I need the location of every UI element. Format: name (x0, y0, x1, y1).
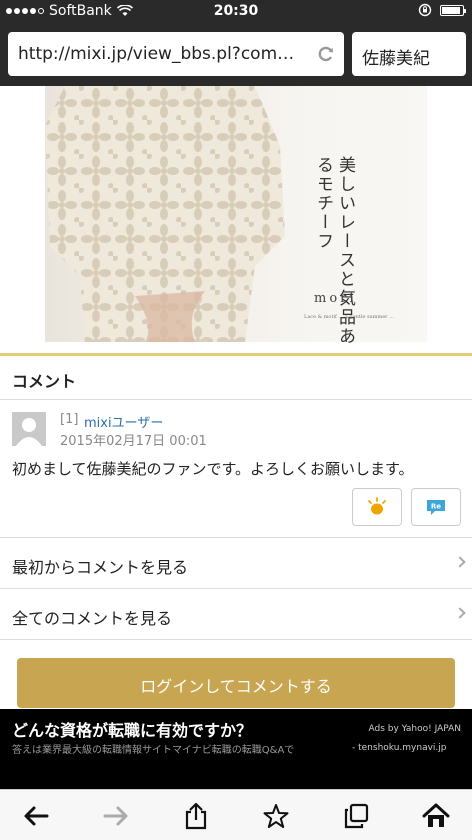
comment-user-link[interactable]: mixiユーザー (84, 412, 163, 431)
hero-banner: 美しいレースと気品あるモチーフ mori Lace & motif ... a … (0, 86, 472, 356)
view-all-comments-label: 全てのコメントを見る (12, 609, 173, 628)
svg-text:Re: Re (431, 503, 441, 511)
tabs-icon (344, 803, 369, 829)
forward-button[interactable] (100, 800, 132, 832)
comment-number: [1] (60, 412, 79, 427)
bookmarks-button[interactable] (260, 800, 292, 832)
bookmark-star-icon (263, 804, 289, 828)
ad-label: Ads by Yahoo! JAPAN (368, 724, 461, 734)
lace-product-image (45, 86, 427, 342)
browser-address-area: http://mixi.jp/view_bbs.pl?comm_id=... 佐… (0, 24, 472, 86)
browser-toolbar (0, 789, 472, 840)
search-query: 佐藤美紀 (362, 49, 430, 69)
reload-icon[interactable] (316, 44, 336, 64)
like-button[interactable] (352, 488, 402, 526)
re-reply-icon: Re (427, 500, 445, 515)
view-from-start-label: 最初からコメントを見る (12, 558, 189, 577)
avatar[interactable] (12, 412, 46, 446)
view-all-comments-link[interactable]: 全てのコメントを見る (0, 589, 472, 640)
view-from-start-link[interactable]: 最初からコメントを見る (0, 538, 472, 589)
tabs-button[interactable] (340, 800, 372, 832)
ad-banner[interactable]: Ads by Yahoo! JAPAN どんな資格が転職に有効ですか？ 答えは業… (0, 709, 472, 789)
back-button[interactable] (20, 800, 52, 832)
share-icon (185, 802, 207, 830)
comments-header: コメント (0, 354, 472, 400)
default-avatar-icon (12, 412, 46, 446)
ad-title[interactable]: どんな資格が転職に有効ですか？ (12, 717, 252, 741)
hero-subtext: Lace & motif ... a gentle summer ... (304, 314, 394, 320)
url-field[interactable]: http://mixi.jp/view_bbs.pl?comm_id=... (8, 32, 344, 76)
status-bar: SoftBank 20:30 (0, 0, 472, 24)
comment-date: 2015年02月17日 00:01 (60, 434, 207, 449)
ad-domain: - tenshoku.mynavi.jp (352, 743, 447, 753)
back-arrow-icon (24, 806, 49, 826)
search-field[interactable]: 佐藤美紀 (352, 32, 466, 76)
home-button[interactable] (420, 800, 452, 832)
share-button[interactable] (180, 800, 212, 832)
reply-button[interactable]: Re (411, 488, 461, 526)
forward-arrow-icon (103, 806, 128, 826)
chevron-right-icon (454, 607, 466, 619)
chevron-right-icon (454, 556, 466, 568)
rotation-lock-icon (418, 3, 432, 17)
hero-brand: mori (314, 291, 357, 306)
ad-description: 答えは業界最大級の転職情報サイトマイナビ転職の転職Q&Aで (12, 745, 295, 756)
battery-icon (440, 4, 466, 16)
url-text: http://mixi.jp/view_bbs.pl?comm_id=... (18, 44, 306, 64)
comment-body: 初めまして佐藤美紀のファンです。よろしくお願いします。 (12, 460, 414, 478)
login-to-comment-button[interactable]: ログインしてコメントする (17, 658, 455, 708)
comment-item: [1] mixiユーザー 2015年02月17日 00:01 初めまして佐藤美紀… (0, 400, 472, 538)
clock: 20:30 (213, 3, 259, 19)
sun-like-icon (368, 497, 386, 515)
hero-vertical-text: 美しいレースと気品あるモチーフ (313, 156, 355, 346)
lace-dress-illustration (45, 86, 285, 342)
home-icon (422, 803, 450, 827)
